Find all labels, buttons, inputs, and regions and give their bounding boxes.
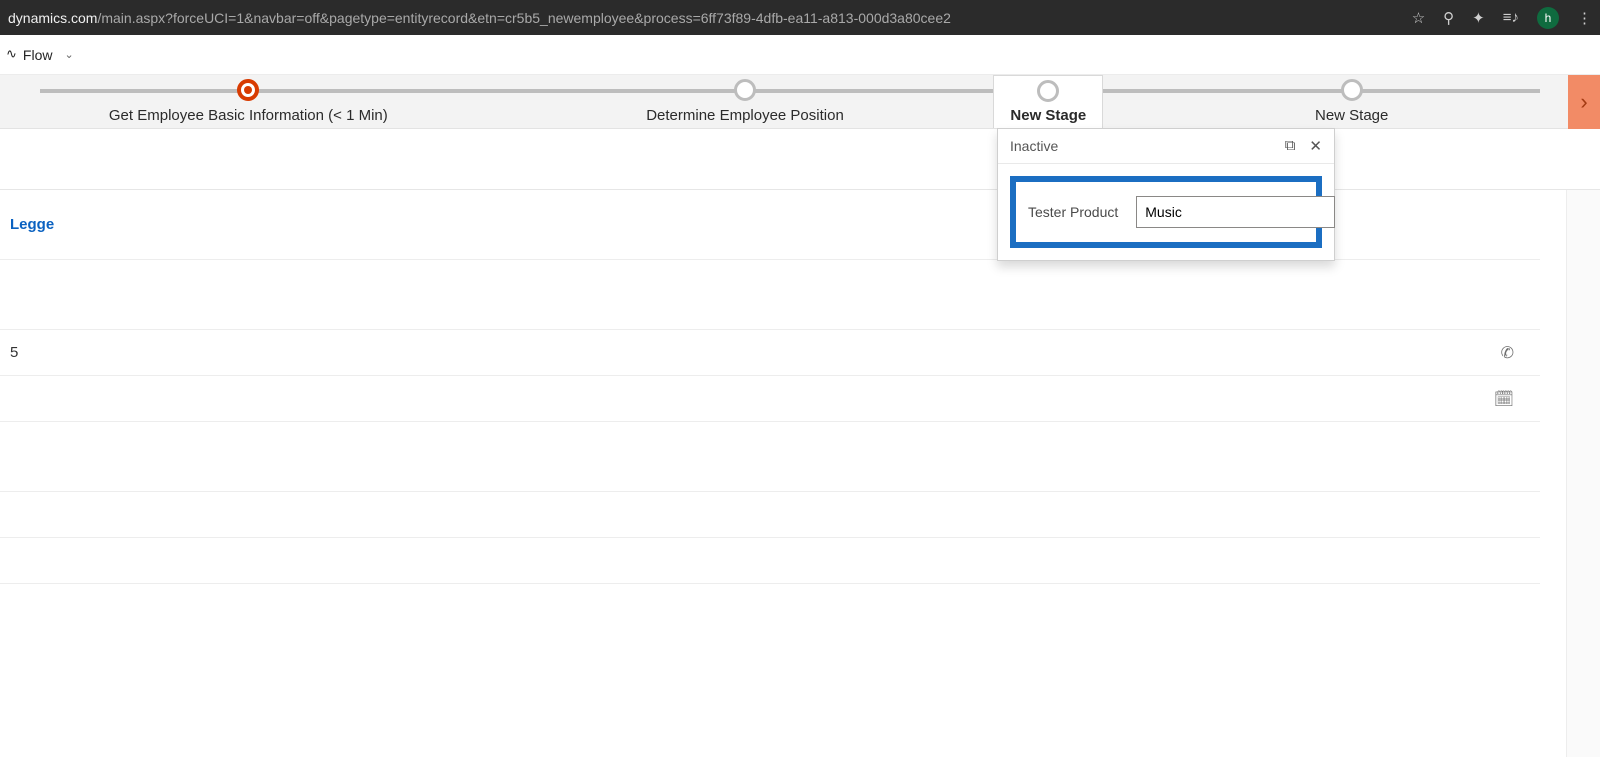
- stage-flyout: Inactive ⧉ ✕ Tester Product: [997, 128, 1335, 261]
- chevron-right-icon: ›: [1580, 89, 1587, 115]
- stage-get-employee-basic-information[interactable]: Get Employee Basic Information (< 1 Min): [0, 75, 497, 128]
- stage-new-stage-2[interactable]: New Stage: [1103, 75, 1600, 128]
- url-host: dynamics.com: [8, 10, 97, 26]
- process-stage-wrap: Get Employee Basic Information (< 1 Min)…: [0, 75, 1600, 129]
- url-text: dynamics.com/main.aspx?forceUCI=1&navbar…: [8, 10, 1400, 26]
- form-row-date[interactable]: 🗓: [0, 376, 1540, 422]
- tester-product-label: Tester Product: [1028, 204, 1118, 220]
- stage-determine-employee-position[interactable]: Determine Employee Position: [497, 75, 994, 128]
- flow-label: Flow: [23, 47, 53, 63]
- form-row-empty-1[interactable]: [0, 260, 1540, 330]
- advance-stage-button[interactable]: ›: [1568, 75, 1600, 129]
- form-row-empty-4[interactable]: [0, 538, 1540, 584]
- flyout-body: Tester Product: [998, 164, 1334, 260]
- flyout-header: Inactive ⧉ ✕: [998, 129, 1334, 164]
- url-path: /main.aspx?forceUCI=1&navbar=off&pagetyp…: [97, 10, 950, 26]
- form-row-phone[interactable]: 5 ✆: [0, 330, 1540, 376]
- form-row-empty-2[interactable]: [0, 422, 1540, 492]
- process-stage-bar: Get Employee Basic Information (< 1 Min)…: [0, 75, 1600, 129]
- extensions-icon[interactable]: ✦: [1472, 9, 1485, 27]
- form-row-empty-3[interactable]: [0, 492, 1540, 538]
- flow-button[interactable]: ∿ Flow ⌄: [6, 47, 74, 63]
- profile-avatar[interactable]: h: [1537, 7, 1559, 29]
- scrollbar-gutter[interactable]: [1566, 190, 1600, 757]
- stage-label: Get Employee Basic Information (< 1 Min): [109, 107, 388, 124]
- bookmark-star-icon[interactable]: ☆: [1412, 9, 1425, 27]
- stage-indicator-icon: [1037, 80, 1059, 102]
- stage-label: Determine Employee Position: [646, 107, 844, 124]
- record-link[interactable]: Legge: [10, 216, 54, 233]
- flyout-status-label: Inactive: [1010, 138, 1058, 154]
- stage-label: New Stage: [1010, 107, 1086, 124]
- command-bar: ∿ Flow ⌄: [0, 35, 1600, 75]
- stage-new-stage-selected[interactable]: New Stage: [993, 75, 1103, 128]
- flow-icon: ∿: [6, 46, 17, 62]
- browser-address-bar: dynamics.com/main.aspx?forceUCI=1&navbar…: [0, 0, 1600, 35]
- calendar-icon[interactable]: 🗓: [1494, 389, 1514, 409]
- stage-indicator-icon: [734, 79, 756, 101]
- popout-icon[interactable]: ⧉: [1285, 137, 1296, 155]
- key-icon[interactable]: ⚲: [1443, 9, 1454, 27]
- browser-action-icons: ☆ ⚲ ✦ ≡♪ h ⋮: [1412, 7, 1592, 29]
- stage-indicator-icon: [1341, 79, 1363, 101]
- chevron-down-icon: ⌄: [64, 48, 73, 61]
- kebab-menu-icon[interactable]: ⋮: [1577, 9, 1592, 27]
- tester-product-field-highlight: Tester Product: [1010, 176, 1322, 248]
- stage-label: New Stage: [1315, 107, 1388, 124]
- phone-icon[interactable]: ✆: [1501, 343, 1514, 363]
- reading-list-icon[interactable]: ≡♪: [1503, 9, 1519, 26]
- field-value: 5: [10, 344, 18, 361]
- stage-indicator-icon: [237, 79, 259, 101]
- tester-product-input[interactable]: [1136, 196, 1335, 228]
- form-area: Legge 5 ✆ 🗓: [0, 189, 1600, 757]
- close-icon[interactable]: ✕: [1309, 137, 1322, 155]
